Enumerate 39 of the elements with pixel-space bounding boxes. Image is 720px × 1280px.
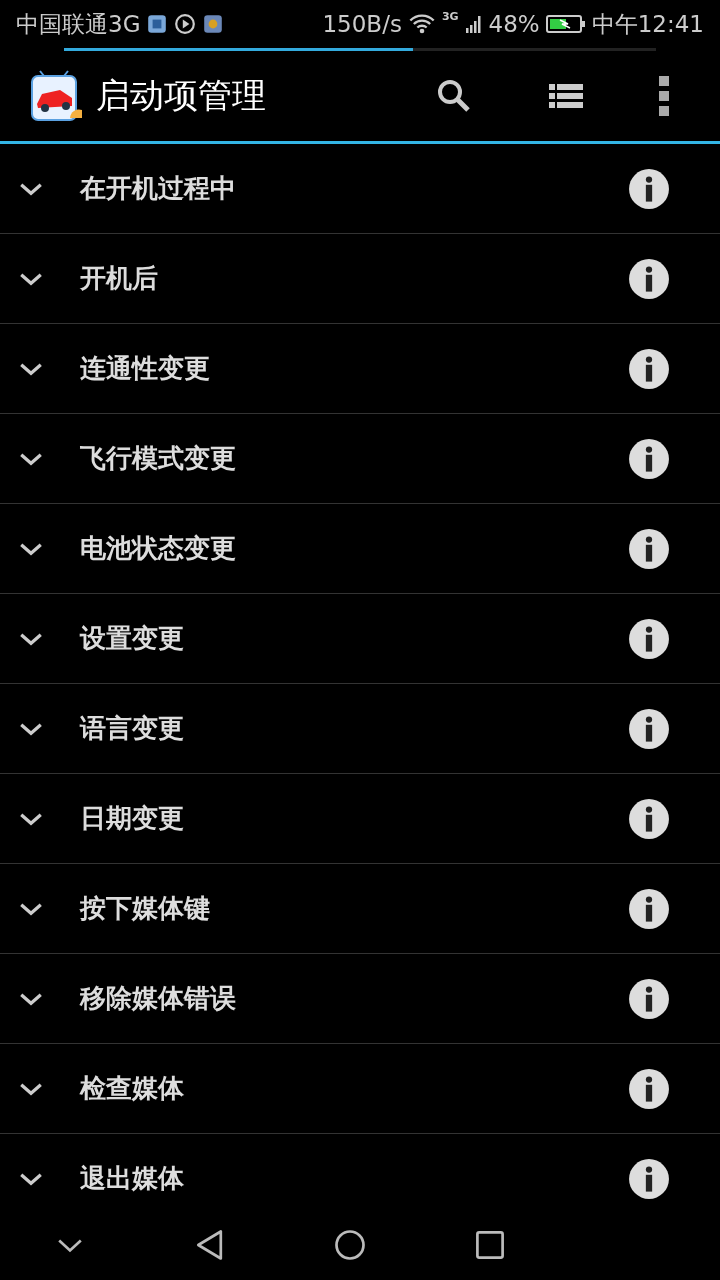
trigger-label[interactable]: 退出媒体	[80, 1161, 628, 1196]
battery-percent: 48%	[488, 11, 540, 37]
info-icon[interactable]	[628, 527, 670, 570]
app-title: 启动项管理	[96, 74, 266, 117]
info-icon[interactable]	[628, 797, 670, 840]
trigger-label[interactable]: 移除媒体错误	[80, 981, 628, 1016]
info-icon[interactable]	[628, 1067, 670, 1110]
trigger-label[interactable]: 检查媒体	[80, 1071, 628, 1106]
trigger-label[interactable]: 日期变更	[80, 801, 628, 836]
app-notification-icon	[146, 13, 169, 35]
carrier-name: 中国联通3G	[16, 9, 141, 39]
trigger-label[interactable]: 在开机过程中	[80, 171, 628, 206]
info-icon[interactable]	[628, 437, 670, 480]
trigger-label[interactable]: 设置变更	[80, 621, 628, 656]
info-icon[interactable]	[628, 977, 670, 1020]
info-icon[interactable]	[628, 257, 670, 300]
info-icon[interactable]	[628, 1157, 670, 1200]
overflow-menu-icon[interactable]	[658, 76, 670, 116]
app-notification-icon	[202, 13, 225, 35]
info-icon[interactable]	[628, 167, 670, 210]
trigger-label[interactable]: 语言变更	[80, 711, 628, 746]
home-icon[interactable]	[332, 1227, 368, 1263]
trigger-label[interactable]: 按下媒体键	[80, 891, 628, 926]
info-icon[interactable]	[628, 347, 670, 390]
wifi-icon	[407, 12, 436, 36]
network-speed: 150B/s	[322, 11, 402, 37]
battery-icon	[545, 13, 586, 35]
info-icon[interactable]	[628, 887, 670, 930]
trigger-label[interactable]: 飞行模式变更	[80, 441, 628, 476]
trigger-label[interactable]: 开机后	[80, 261, 628, 296]
trigger-label[interactable]: 连通性变更	[80, 351, 628, 386]
info-icon[interactable]	[628, 707, 670, 750]
trigger-label[interactable]: 电池状态变更	[80, 531, 628, 566]
play-icon	[174, 13, 197, 35]
network-type: 3G	[441, 10, 459, 23]
clock: 中午12:41	[591, 9, 704, 39]
signal-icon	[464, 13, 483, 35]
car-app-icon[interactable]	[30, 70, 82, 122]
info-icon[interactable]	[628, 617, 670, 660]
